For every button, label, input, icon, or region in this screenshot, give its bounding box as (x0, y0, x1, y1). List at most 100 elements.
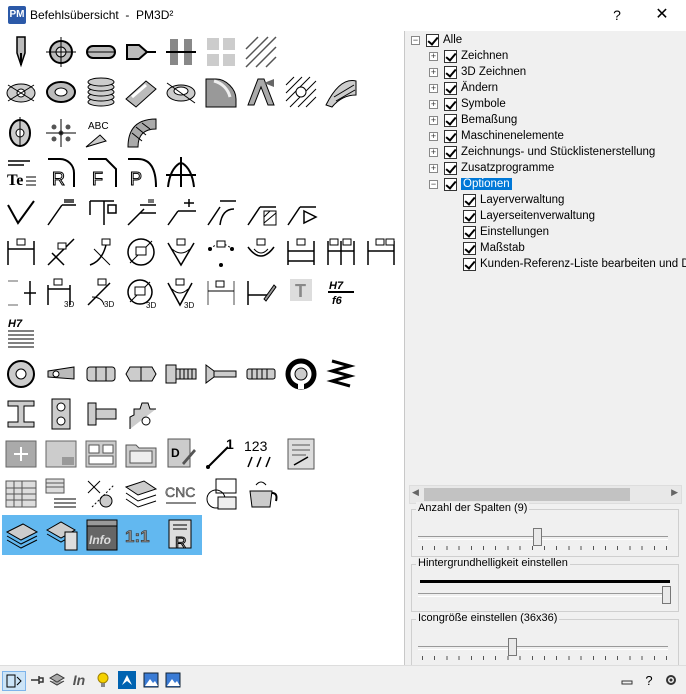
columns-slider[interactable] (532, 528, 542, 546)
bolt-icon[interactable] (82, 395, 120, 433)
tree-checkbox[interactable] (444, 50, 457, 63)
dim-ortho-icon[interactable] (362, 233, 400, 271)
help-icon[interactable]: ? (640, 671, 658, 689)
dock-icon[interactable] (2, 671, 26, 691)
tree-item[interactable]: + Zusatzprogramme (407, 161, 686, 177)
fillet-3d-icon[interactable] (202, 73, 240, 111)
scroll-right-icon[interactable]: ▶ (671, 487, 678, 498)
ramp-icon[interactable] (122, 73, 160, 111)
dim-linear-icon[interactable] (2, 233, 40, 271)
dim-arc-icon[interactable] (82, 233, 120, 271)
tree-item[interactable]: − Alle (407, 33, 686, 49)
weld-double-icon[interactable] (122, 193, 160, 231)
dim-text-icon[interactable] (242, 273, 280, 311)
tree-checkbox[interactable] (463, 242, 476, 255)
tree-item[interactable]: Kunden-Referenz-Liste bearbeiten und Dat… (407, 257, 686, 273)
tree-checkbox[interactable] (463, 210, 476, 223)
expand-icon[interactable]: + (429, 116, 438, 125)
hex-nut-icon[interactable] (82, 355, 120, 393)
ring-icon[interactable] (42, 73, 80, 111)
tree-item[interactable]: − Optionen (407, 177, 686, 193)
weld-frame-icon[interactable] (82, 193, 120, 231)
reference-list-icon[interactable]: R (162, 515, 202, 555)
weld-flag-icon[interactable] (42, 193, 80, 231)
expand-icon[interactable]: + (429, 52, 438, 61)
picture-edit-icon[interactable] (164, 671, 182, 689)
bulb-icon[interactable] (94, 671, 112, 689)
weld-cone-icon[interactable] (282, 193, 320, 231)
close-button[interactable]: ✕ (646, 4, 678, 26)
scroll-thumb[interactable] (424, 488, 630, 501)
info-icon[interactable]: Info (82, 515, 122, 555)
dim-3d-diameter-icon[interactable]: 3D (122, 273, 160, 311)
abc-pattern-icon[interactable]: ABC (82, 113, 120, 151)
grid-pattern-icon[interactable] (202, 33, 240, 71)
explode-icon[interactable] (82, 475, 120, 513)
bore-icon[interactable] (162, 73, 200, 111)
expand-icon[interactable]: + (429, 84, 438, 93)
scroll-left-icon[interactable]: ◀ (412, 487, 419, 498)
dim-cone-icon[interactable] (162, 233, 200, 271)
sheet-fold-icon[interactable] (42, 435, 80, 473)
table-icon[interactable] (2, 475, 40, 513)
pin-icon[interactable] (28, 671, 46, 689)
tree-item[interactable]: + Zeichnungs- und Stücklistenerstellung (407, 145, 686, 161)
digits-icon[interactable]: 123 (242, 435, 280, 473)
weld-plus-icon[interactable] (162, 193, 200, 231)
scale-icon[interactable]: 1:1 (122, 515, 162, 555)
folder-icon[interactable] (122, 435, 160, 473)
grub-screw-icon[interactable] (242, 355, 280, 393)
cnc-icon[interactable]: CNC (162, 475, 200, 513)
radius-f-icon[interactable]: F (82, 153, 120, 191)
tree-item[interactable]: +3D Zeichnen (407, 65, 686, 81)
expand-icon[interactable]: + (429, 100, 438, 109)
dim-angle-icon[interactable] (42, 233, 80, 271)
tree-item[interactable]: + Zeichnen (407, 49, 686, 65)
edit-doc-icon[interactable]: D (162, 435, 200, 473)
help-button[interactable]: ? (604, 4, 630, 26)
parts-list-icon[interactable] (42, 475, 80, 513)
dim-vertical-icon[interactable] (2, 273, 40, 311)
circle-pattern-icon[interactable] (2, 73, 40, 111)
kettle-icon[interactable] (242, 475, 280, 513)
layer-manager-icon[interactable] (2, 515, 42, 555)
expand-icon[interactable]: + (429, 148, 438, 157)
frame-icon[interactable] (202, 475, 240, 513)
radius-p-icon[interactable]: P (122, 153, 160, 191)
bearing-icon[interactable] (42, 395, 80, 433)
iconsize-slider[interactable] (508, 638, 518, 656)
tree-item[interactable]: + Ändern (407, 81, 686, 97)
spring-icon[interactable] (322, 355, 360, 393)
tree-checkbox[interactable] (463, 194, 476, 207)
tree-checkbox[interactable] (426, 34, 439, 47)
radius-r-icon[interactable]: R (42, 153, 80, 191)
tree-checkbox[interactable] (444, 114, 457, 127)
tree-checkbox[interactable] (444, 130, 457, 143)
list-doc-icon[interactable] (282, 435, 320, 473)
tree-checkbox[interactable] (444, 162, 457, 175)
nut-icon[interactable] (122, 355, 160, 393)
dim-3d-angle-icon[interactable]: 3D (42, 273, 80, 311)
tree-checkbox[interactable] (444, 66, 457, 79)
expand-icon[interactable]: + (429, 68, 438, 77)
tree-item[interactable]: Layerseitenverwaltung (407, 209, 686, 225)
tree-item[interactable]: + Bemaßung (407, 113, 686, 129)
numbering-icon[interactable]: 1 (202, 435, 240, 473)
dim-3d-arc-icon[interactable]: 3D (82, 273, 120, 311)
weld-icon[interactable] (2, 193, 40, 231)
tree-item[interactable]: + Maschinenelemente (407, 129, 686, 145)
section-icon[interactable] (162, 33, 200, 71)
tolerance-table-icon[interactable]: H7 (2, 313, 40, 351)
dim-baseline-icon[interactable] (322, 233, 360, 271)
collapse-icon[interactable]: − (411, 36, 420, 45)
tree-checkbox[interactable] (444, 98, 457, 111)
i-beam-icon[interactable] (2, 395, 40, 433)
collapse-icon[interactable]: − (429, 180, 438, 189)
point-array-icon[interactable] (42, 113, 80, 151)
text-icon[interactable]: Te (2, 153, 40, 191)
dim-chain-icon[interactable] (282, 233, 320, 271)
cursor-icon[interactable] (118, 671, 136, 689)
circlip-icon[interactable] (282, 355, 320, 393)
dim-slope-icon[interactable] (202, 273, 240, 311)
countersink-screw-icon[interactable] (202, 355, 240, 393)
